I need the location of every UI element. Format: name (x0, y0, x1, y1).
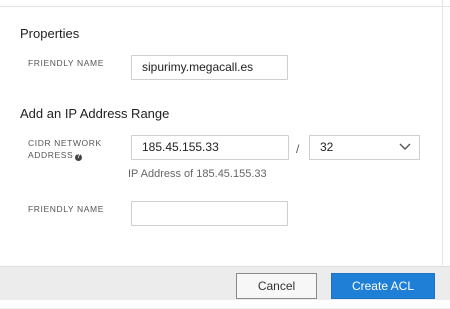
prefix-length-value: 32 (320, 140, 334, 154)
cidr-label-line2: ADDRESS? (28, 149, 102, 161)
dialog-top-edge (0, 0, 450, 7)
cancel-button[interactable]: Cancel (236, 273, 317, 299)
prefix-length-select[interactable]: 32 (309, 135, 420, 160)
range-friendly-name-field[interactable] (131, 201, 288, 226)
cidr-label-line1: CIDR NETWORK (28, 138, 102, 148)
ip-range-heading: Add an IP Address Range (20, 106, 170, 121)
cidr-address-input[interactable]: 185.45.155.33 (131, 135, 289, 160)
cidr-label-line2-text: ADDRESS (28, 150, 74, 160)
friendly-name-field[interactable]: sipurimy.megacall.es (131, 55, 288, 80)
ip-hint-text: IP Address of 185.45.155.33 (128, 168, 267, 180)
dialog-bottom-strip (0, 300, 450, 308)
help-icon[interactable]: ? (75, 154, 83, 161)
prefix-separator: / (296, 142, 300, 156)
friendly-name-label: FRIENDLY NAME (28, 58, 104, 68)
cidr-label: CIDR NETWORK ADDRESS? (28, 137, 102, 161)
chevron-down-icon (399, 143, 411, 150)
dialog-right-edge (442, 0, 443, 265)
create-acl-dialog: Properties FRIENDLY NAME sipurimy.megaca… (0, 0, 450, 309)
create-acl-button[interactable]: Create ACL (331, 273, 435, 299)
range-friendly-name-label: FRIENDLY NAME (28, 204, 104, 214)
properties-heading: Properties (20, 26, 80, 41)
